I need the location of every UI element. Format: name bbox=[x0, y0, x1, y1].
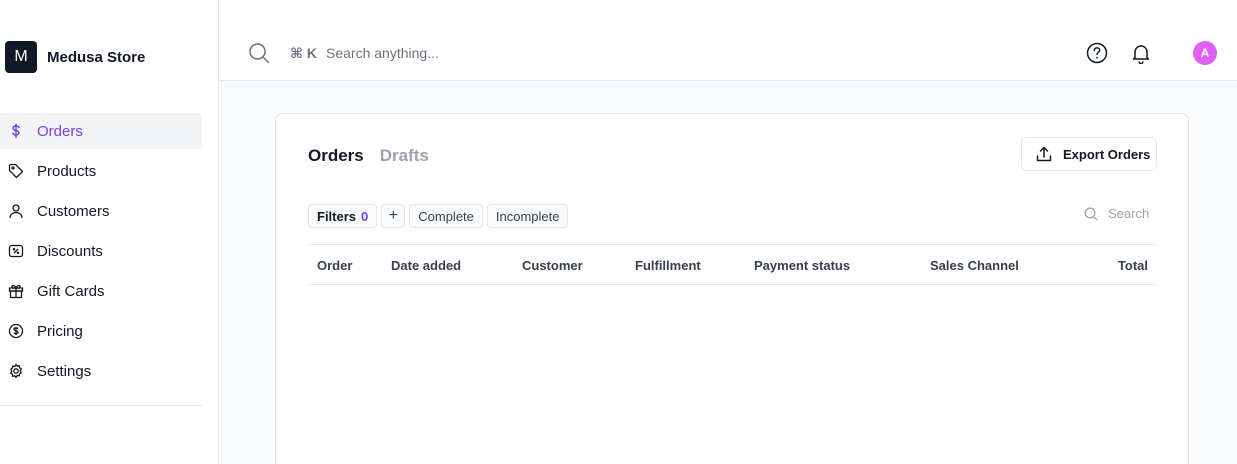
add-filter-button[interactable]: + bbox=[381, 204, 406, 228]
dollar-icon bbox=[8, 123, 24, 139]
sidebar-item-pricing[interactable]: Pricing bbox=[0, 313, 202, 349]
store-switcher[interactable]: M Medusa Store bbox=[5, 41, 145, 73]
column-header-total: Total bbox=[1117, 258, 1148, 273]
gear-icon bbox=[8, 363, 24, 379]
export-orders-button[interactable]: Export Orders bbox=[1021, 137, 1157, 171]
column-header-date-added: Date added bbox=[391, 258, 462, 273]
preset-complete[interactable]: Complete bbox=[409, 204, 483, 228]
filter-bar: Filters 0 + Complete Incomplete bbox=[308, 204, 569, 228]
column-header-sales-channel: Sales Channel bbox=[930, 258, 1019, 273]
sidebar-item-label: Products bbox=[37, 162, 97, 180]
sidebar-item-label: Settings bbox=[37, 362, 92, 380]
orders-card: Orders Drafts Export Orders Filters 0 + … bbox=[275, 113, 1189, 464]
preset-incomplete[interactable]: Incomplete bbox=[486, 204, 569, 228]
sidebar: M Medusa Store Orders Products Customers bbox=[0, 0, 219, 464]
orders-tabs: Orders Drafts bbox=[308, 146, 429, 166]
column-header-fulfillment: Fulfillment bbox=[635, 258, 701, 273]
export-orders-label: Export Orders bbox=[1063, 146, 1151, 162]
sidebar-item-label: Gift Cards bbox=[37, 282, 105, 300]
bell-icon[interactable] bbox=[1130, 42, 1152, 64]
sidebar-item-label: Discounts bbox=[37, 242, 103, 260]
help-icon[interactable] bbox=[1086, 42, 1108, 64]
gift-icon bbox=[8, 283, 24, 299]
tag-icon bbox=[8, 163, 24, 179]
sidebar-item-label: Customers bbox=[37, 202, 110, 220]
store-logo: M bbox=[5, 41, 37, 73]
tab-drafts[interactable]: Drafts bbox=[380, 146, 429, 166]
coin-icon bbox=[8, 323, 24, 339]
sidebar-item-orders[interactable]: Orders bbox=[0, 113, 202, 149]
filters-count: 0 bbox=[361, 208, 369, 224]
search-icon bbox=[1084, 207, 1098, 220]
sidebar-item-discounts[interactable]: Discounts bbox=[0, 233, 202, 269]
discount-icon bbox=[8, 243, 24, 259]
sidebar-divider bbox=[0, 405, 202, 406]
main-content: Orders Drafts Export Orders Filters 0 + … bbox=[219, 81, 1237, 464]
topbar: ⌘ K A bbox=[219, 26, 1237, 81]
avatar[interactable]: A bbox=[1193, 41, 1217, 65]
user-icon bbox=[8, 203, 24, 219]
filters-button[interactable]: Filters 0 bbox=[308, 204, 378, 228]
orders-table-header: Order Date added Customer Fulfillment Pa… bbox=[308, 244, 1157, 285]
column-header-payment-status: Payment status bbox=[754, 258, 851, 273]
column-header-customer: Customer bbox=[522, 258, 583, 273]
search-icon[interactable] bbox=[248, 42, 270, 64]
sidebar-item-label: Orders bbox=[37, 122, 83, 140]
sidebar-item-label: Pricing bbox=[37, 322, 83, 340]
column-header-order: Order bbox=[317, 258, 353, 273]
sidebar-item-gift-cards[interactable]: Gift Cards bbox=[0, 273, 202, 309]
sidebar-nav: Orders Products Customers Discounts Gift… bbox=[0, 113, 202, 393]
table-search bbox=[1084, 206, 1168, 221]
search-shortcut: ⌘ K bbox=[290, 45, 317, 61]
tab-orders[interactable]: Orders bbox=[308, 146, 364, 166]
filters-label: Filters bbox=[317, 208, 357, 224]
orders-search-input[interactable] bbox=[1108, 206, 1168, 221]
sidebar-item-settings[interactable]: Settings bbox=[0, 353, 202, 389]
sidebar-item-products[interactable]: Products bbox=[0, 153, 202, 189]
sidebar-item-customers[interactable]: Customers bbox=[0, 193, 202, 229]
store-name: Medusa Store bbox=[47, 48, 146, 66]
upload-icon bbox=[1036, 146, 1052, 162]
global-search-input[interactable] bbox=[326, 42, 626, 64]
